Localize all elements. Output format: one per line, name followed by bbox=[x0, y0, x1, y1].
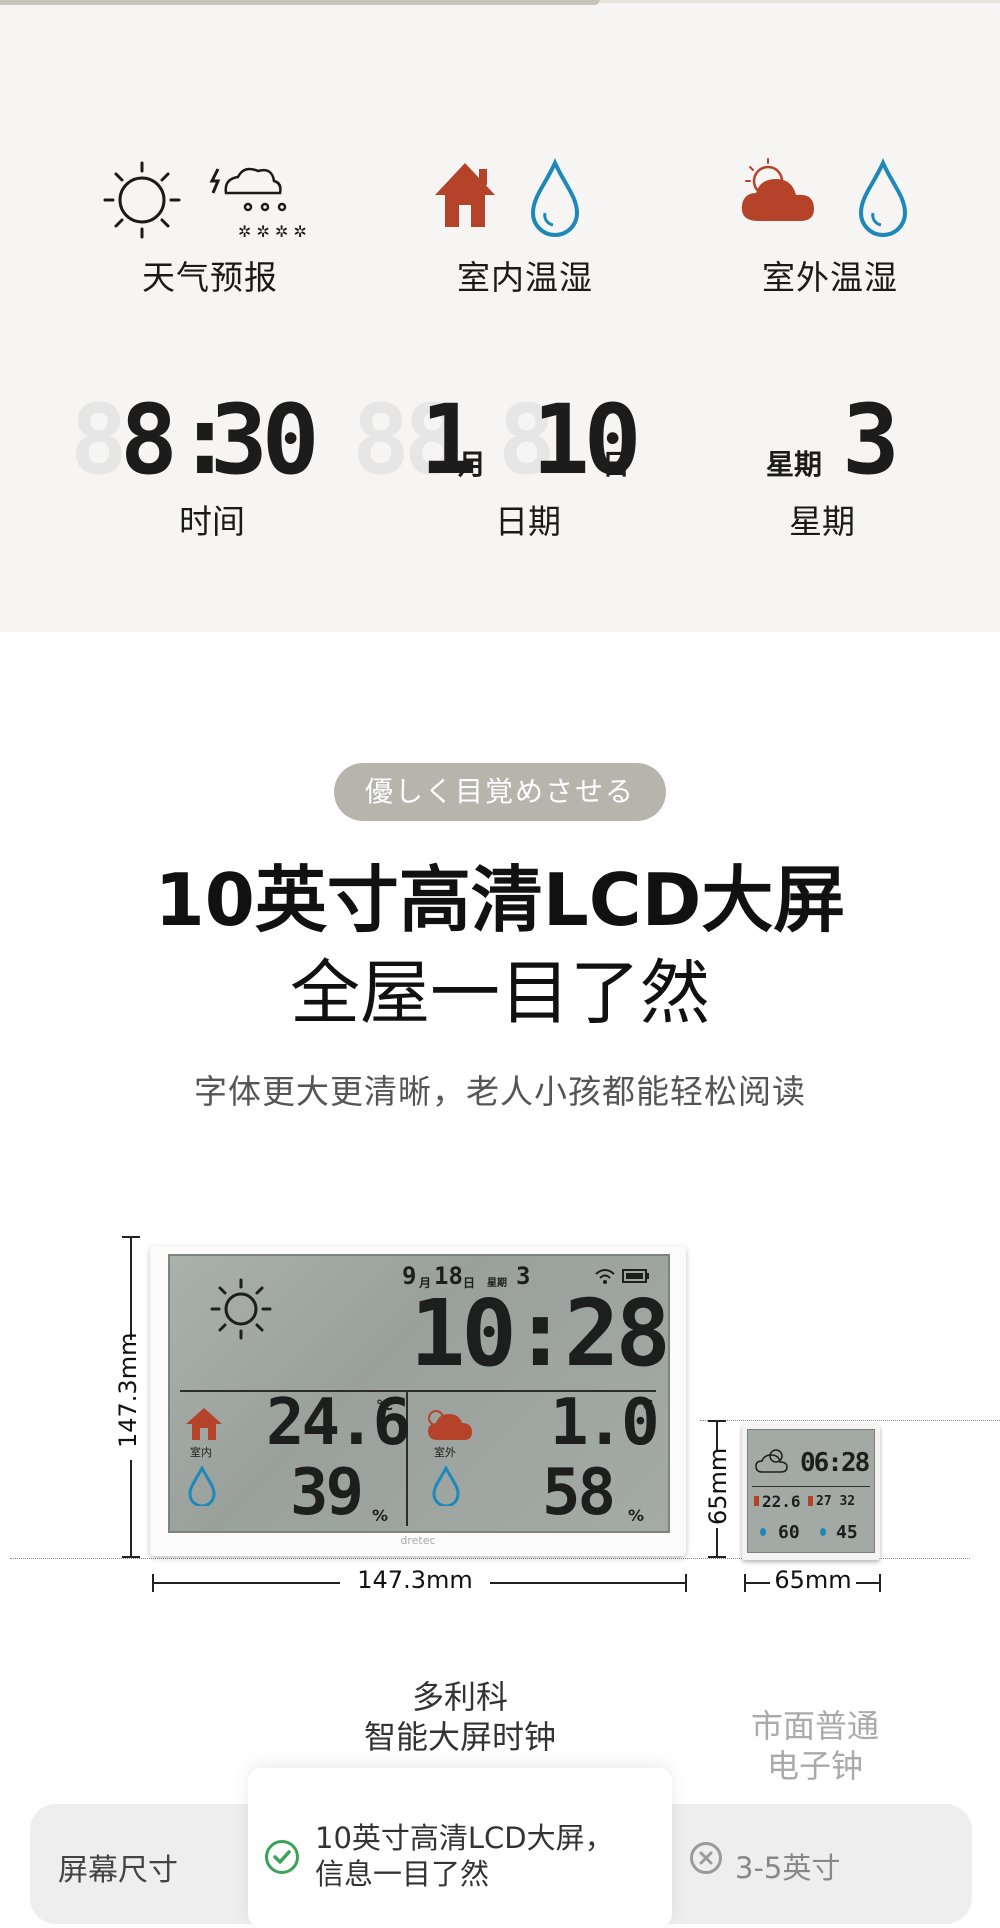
brand-title-line1: 多利科 bbox=[411, 1678, 508, 1716]
time-label: 时间 bbox=[179, 502, 245, 541]
feature-panel: ✲ ✲ ✲ ✲ 天气预报 室内温湿 室外温湿 8 8: 30 88 1 月 8… bbox=[0, 0, 1000, 632]
dimension-tick bbox=[708, 1420, 726, 1422]
dimension-tick bbox=[685, 1574, 687, 1592]
screen-time: 10:28 bbox=[410, 1280, 671, 1387]
top-strip bbox=[0, 0, 600, 5]
top-strip-secondary bbox=[600, 0, 1000, 3]
feature-label: 天气预报 bbox=[142, 258, 278, 297]
section-headline-secondary: 全屋一目了然 bbox=[290, 952, 710, 1034]
sun-cloud-icon bbox=[755, 1449, 788, 1473]
water-drop-icon bbox=[858, 158, 908, 237]
week-prefix: 星期 bbox=[766, 448, 823, 481]
dimension-tick bbox=[152, 1574, 154, 1592]
feature-label: 室外温湿 bbox=[762, 258, 898, 297]
dimension-tick bbox=[879, 1574, 881, 1592]
small-screen-hum-in: 60 bbox=[778, 1522, 800, 1543]
small-screen-hum-out: 45 bbox=[836, 1522, 858, 1543]
indoor-icons bbox=[395, 155, 655, 245]
week-value: 3 bbox=[842, 384, 900, 496]
dimension-tick bbox=[122, 1556, 140, 1558]
time-ghost-digit: 8 bbox=[70, 384, 128, 496]
date-day-unit: 日 bbox=[602, 448, 631, 481]
small-screen-temp-out: 27 32 bbox=[816, 1494, 856, 1509]
section-tag-pill: 優しく目覚めさせる bbox=[334, 763, 666, 821]
other-screen-size-value: 3-5英寸 bbox=[735, 1851, 841, 1885]
other-title: 市面普通 电子钟 bbox=[720, 1706, 910, 1786]
x-circle-icon bbox=[690, 1842, 722, 1874]
brand-title-line2: 智能大屏时钟 bbox=[363, 1718, 556, 1756]
sun-icon bbox=[210, 1278, 272, 1340]
thermometer-icon bbox=[808, 1496, 813, 1506]
other-title-line1: 市面普通 bbox=[750, 1707, 879, 1745]
small-screen-temp-in: 22.6 bbox=[762, 1492, 801, 1511]
date-month-unit: 月 bbox=[458, 448, 487, 481]
small-screen-time: 06:28 bbox=[800, 1448, 870, 1478]
small-height-label: 65mm bbox=[704, 1447, 732, 1525]
small-clock-device: 06:28 22.6 27 32 60 45 bbox=[742, 1424, 880, 1560]
screen-outdoor-humidity: 58 bbox=[542, 1456, 616, 1530]
small-top-dotted-line bbox=[700, 1420, 1000, 1421]
house-icon bbox=[186, 1408, 222, 1440]
brand-screen-size-value: 10英寸高清LCD大屏， 信息一目了然 bbox=[315, 1820, 645, 1892]
brand-value-line1: 10英寸高清LCD大屏， bbox=[315, 1821, 614, 1855]
screen-outdoor-label: 室外 bbox=[434, 1446, 456, 1459]
week-label: 星期 bbox=[789, 502, 855, 541]
date-label: 日期 bbox=[495, 502, 561, 541]
dimension-tick bbox=[708, 1556, 726, 1558]
water-drop-icon bbox=[188, 1466, 216, 1506]
feature-label: 室内温湿 bbox=[457, 258, 593, 297]
outdoor-icons bbox=[700, 155, 960, 245]
check-icon bbox=[265, 1840, 299, 1874]
section-subtitle: 字体更大更清晰，老人小孩都能轻松阅读 bbox=[194, 1072, 806, 1111]
feature-weather: ✲ ✲ ✲ ✲ 天气预报 bbox=[80, 155, 340, 299]
svg-text:✲ ✲ ✲ ✲: ✲ ✲ ✲ ✲ bbox=[238, 222, 307, 241]
screen-humidity-unit: % bbox=[372, 1506, 389, 1525]
big-height-label: 147.3mm bbox=[114, 1332, 142, 1448]
time-hour: 8 bbox=[120, 384, 178, 496]
time-minute: 30 bbox=[210, 384, 320, 496]
weather-icons: ✲ ✲ ✲ ✲ bbox=[80, 155, 340, 245]
screen-indoor-humidity: 39 bbox=[290, 1456, 364, 1530]
sun-cloud-icon bbox=[428, 1410, 472, 1440]
screen-temp-unit: ℃ bbox=[376, 1398, 393, 1414]
small-width-label: 65mm bbox=[774, 1566, 852, 1594]
screen-temp-unit: ℃ bbox=[636, 1398, 653, 1414]
device-logo: dretec bbox=[400, 1534, 436, 1547]
storm-cloud-icon: ✲ ✲ ✲ ✲ bbox=[209, 167, 307, 241]
water-drop-icon bbox=[530, 158, 580, 237]
water-drop-icon bbox=[820, 1528, 826, 1536]
thermometer-icon bbox=[754, 1496, 759, 1506]
section-headline: 10英寸高清LCD大屏 bbox=[154, 858, 846, 942]
big-width-label: 147.3mm bbox=[357, 1566, 473, 1594]
screen-indoor-label: 室内 bbox=[190, 1446, 212, 1459]
dimension-tick bbox=[122, 1236, 140, 1238]
water-drop-icon bbox=[432, 1466, 460, 1506]
small-clock-screen: 06:28 22.6 27 32 60 45 bbox=[747, 1429, 875, 1553]
feature-outdoor: 室外温湿 bbox=[700, 155, 960, 299]
feature-indoor: 室内温湿 bbox=[395, 155, 655, 299]
big-clock-screen: 9 月 18 日 星期 3 10:28 室内 24.6 ℃ 39 % 室外 1.… bbox=[168, 1254, 671, 1533]
sun-icon: ✲ ✲ ✲ ✲ bbox=[103, 161, 307, 241]
comparison-row-label: 屏幕尺寸 bbox=[58, 1853, 178, 1888]
screen-humidity-unit: % bbox=[628, 1506, 645, 1525]
dimension-tick bbox=[744, 1574, 746, 1592]
house-icon bbox=[435, 163, 495, 227]
lcd-demo-row: 8 8 : 30 88 1 月 8 10 日 星期 3 bbox=[0, 384, 1000, 496]
other-title-line2: 电子钟 bbox=[766, 1747, 863, 1785]
small-screen-divider bbox=[752, 1486, 870, 1487]
big-clock-device: 9 月 18 日 星期 3 10:28 室内 24.6 ℃ 39 % 室外 1.… bbox=[150, 1246, 686, 1556]
water-drop-icon bbox=[760, 1528, 766, 1536]
sun-cloud-icon bbox=[741, 158, 814, 221]
